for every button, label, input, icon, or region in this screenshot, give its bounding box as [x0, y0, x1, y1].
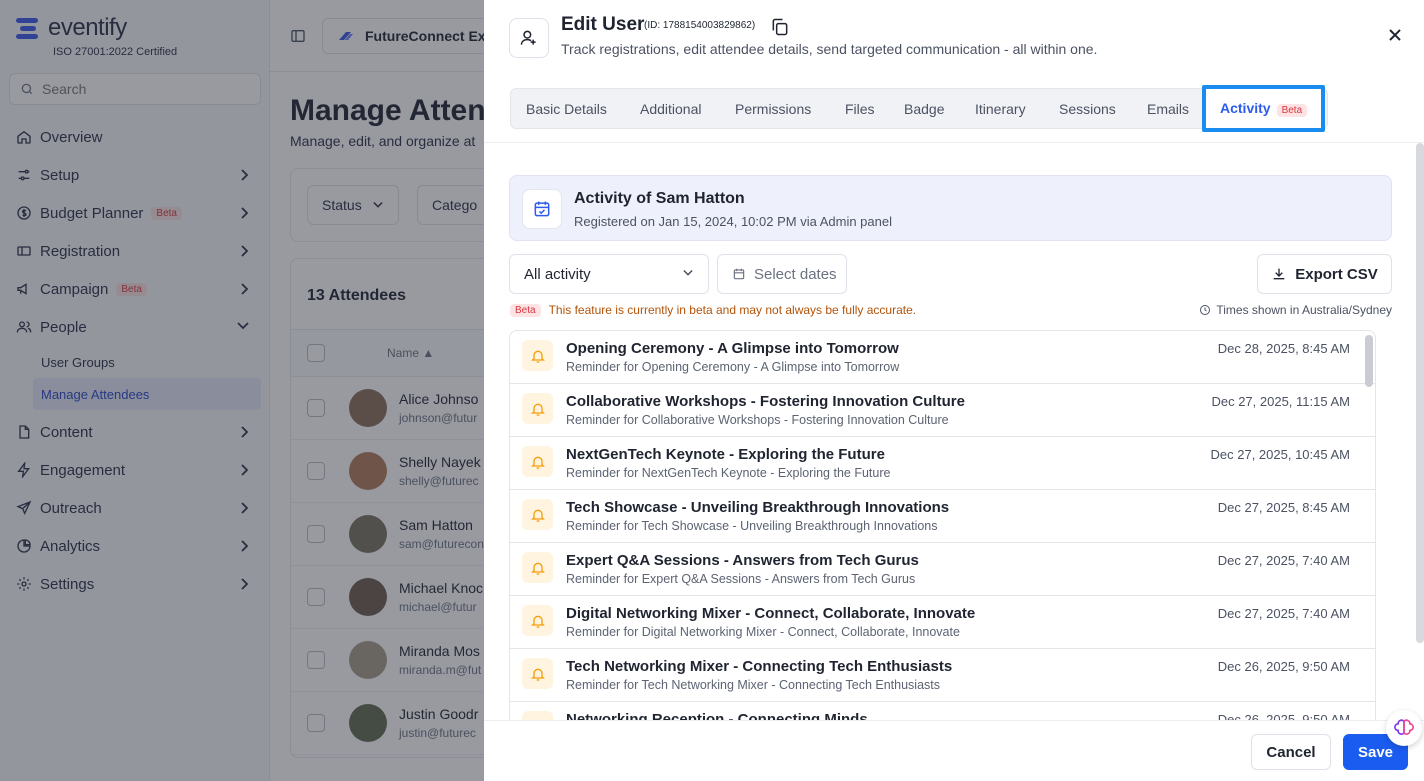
activity-description: Reminder for Tech Showcase - Unveiling B… [566, 519, 938, 533]
bell-icon [522, 393, 553, 424]
tab-files[interactable]: Files [845, 89, 875, 129]
activity-date: Dec 27, 2025, 8:45 AM [1217, 500, 1350, 515]
activity-panel: Activity of Sam Hatton Registered on Jan… [484, 143, 1424, 720]
activity-title: Opening Ceremony - A Glimpse into Tomorr… [566, 340, 899, 357]
activity-type-value: All activity [524, 265, 591, 283]
activity-title: Networking Reception - Connecting Minds [566, 711, 868, 720]
activity-description: Reminder for Collaborative Workshops - F… [566, 413, 949, 427]
export-csv-label: Export CSV [1295, 265, 1378, 283]
bell-icon [522, 605, 553, 636]
bell-icon [522, 499, 553, 530]
bell-icon [522, 446, 553, 477]
list-scrollbar[interactable] [1365, 335, 1373, 387]
activity-description: Reminder for Tech Networking Mixer - Con… [566, 678, 941, 692]
list-item[interactable]: Collaborative Workshops - Fostering Inno… [510, 384, 1375, 437]
edit-user-drawer: Edit User (ID: 1788154003829862) Track r… [484, 0, 1424, 781]
tab-permissions[interactable]: Permissions [735, 89, 811, 129]
list-item[interactable]: NextGenTech Keynote - Exploring the Futu… [510, 437, 1375, 490]
cancel-button[interactable]: Cancel [1251, 734, 1331, 770]
activity-date: Dec 27, 2025, 7:40 AM [1217, 553, 1350, 568]
download-icon [1273, 268, 1285, 280]
activity-description: Reminder for Digital Networking Mixer - … [566, 625, 960, 639]
bell-icon [522, 340, 553, 371]
activity-title: NextGenTech Keynote - Exploring the Futu… [566, 446, 885, 463]
activity-date: Dec 27, 2025, 11:15 AM [1211, 394, 1350, 409]
tab-list: Basic Details Additional Permissions Fil… [510, 85, 1328, 132]
tab-activity-label: Activity [1220, 100, 1271, 116]
beta-badge: Beta [510, 303, 541, 317]
beta-warning-text: This feature is currently in beta and ma… [548, 303, 917, 317]
bell-icon [522, 711, 553, 720]
activity-title: Tech Showcase - Unveiling Breakthrough I… [566, 499, 950, 516]
tab-basic-details[interactable]: Basic Details [526, 89, 607, 129]
tab-additional[interactable]: Additional [640, 89, 702, 129]
date-range-picker[interactable]: Select dates [717, 254, 847, 294]
activity-date: Dec 26, 2025, 9:50 AM [1217, 712, 1350, 720]
list-item[interactable]: Tech Networking Mixer - Connecting Tech … [510, 649, 1375, 702]
tab-sessions[interactable]: Sessions [1059, 89, 1116, 129]
ai-assistant-button[interactable] [1386, 710, 1422, 746]
activity-title: Tech Networking Mixer - Connecting Tech … [566, 658, 953, 675]
list-item[interactable]: Tech Showcase - Unveiling Breakthrough I… [510, 490, 1375, 543]
activity-date: Dec 27, 2025, 10:45 AM [1210, 447, 1350, 462]
calendar-check-icon [522, 189, 562, 229]
calendar-icon [733, 268, 745, 280]
list-item[interactable]: Networking Reception - Connecting Minds … [510, 702, 1375, 720]
drawer-title: Edit User [561, 14, 645, 35]
timezone-note: Times shown in Australia/Sydney [1199, 303, 1392, 317]
timezone-text: Times shown in Australia/Sydney [1216, 303, 1392, 317]
activity-title: Collaborative Workshops - Fostering Inno… [566, 393, 965, 410]
chevron-down-icon [683, 269, 693, 276]
list-item[interactable]: Opening Ceremony - A Glimpse into Tomorr… [510, 331, 1375, 384]
drawer-subtitle: Track registrations, edit attendee detai… [561, 41, 1098, 57]
activity-description: Reminder for Opening Ceremony - A Glimps… [566, 360, 900, 374]
activity-date: Dec 26, 2025, 9:50 AM [1217, 659, 1350, 674]
close-icon[interactable] [1388, 28, 1402, 42]
copy-icon[interactable] [770, 17, 790, 37]
activity-title: Digital Networking Mixer - Connect, Coll… [566, 605, 976, 622]
clock-icon [1200, 305, 1211, 315]
tab-emails[interactable]: Emails [1147, 89, 1189, 129]
list-item[interactable]: Expert Q&A Sessions - Answers from Tech … [510, 543, 1375, 596]
drawer-footer: Cancel Save [484, 720, 1424, 781]
export-csv-button[interactable]: Export CSV [1257, 254, 1392, 294]
activity-description: Reminder for NextGenTech Keynote - Explo… [566, 466, 891, 480]
tab-activity[interactable]: Activity Beta [1202, 85, 1326, 132]
user-id: (ID: 1788154003829862) [644, 20, 756, 31]
drawer-scrollbar[interactable] [1416, 143, 1424, 643]
beta-warning: Beta This feature is currently in beta a… [510, 303, 916, 317]
tab-itinerary[interactable]: Itinerary [975, 89, 1026, 129]
activity-info-card: Activity of Sam Hatton Registered on Jan… [509, 175, 1392, 241]
activity-list[interactable]: Opening Ceremony - A Glimpse into Tomorr… [509, 330, 1376, 720]
date-range-placeholder: Select dates [754, 265, 837, 283]
bell-icon [522, 552, 553, 583]
activity-date: Dec 28, 2025, 8:45 AM [1217, 341, 1350, 356]
activity-date: Dec 27, 2025, 7:40 AM [1217, 606, 1350, 621]
beta-badge: Beta [1276, 104, 1308, 117]
registration-info: Registered on Jan 15, 2024, 10:02 PM via… [574, 214, 892, 229]
user-plus-icon [509, 18, 549, 58]
brain-icon [1394, 719, 1414, 735]
activity-title: Expert Q&A Sessions - Answers from Tech … [566, 552, 919, 569]
bell-icon [522, 658, 553, 689]
activity-type-select[interactable]: All activity [509, 254, 709, 294]
tab-badge[interactable]: Badge [904, 89, 944, 129]
tabs-bar: Basic Details Additional Permissions Fil… [484, 76, 1424, 143]
activity-title: Activity of Sam Hatton [574, 190, 745, 207]
list-item[interactable]: Digital Networking Mixer - Connect, Coll… [510, 596, 1375, 649]
activity-description: Reminder for Expert Q&A Sessions - Answe… [566, 572, 916, 586]
